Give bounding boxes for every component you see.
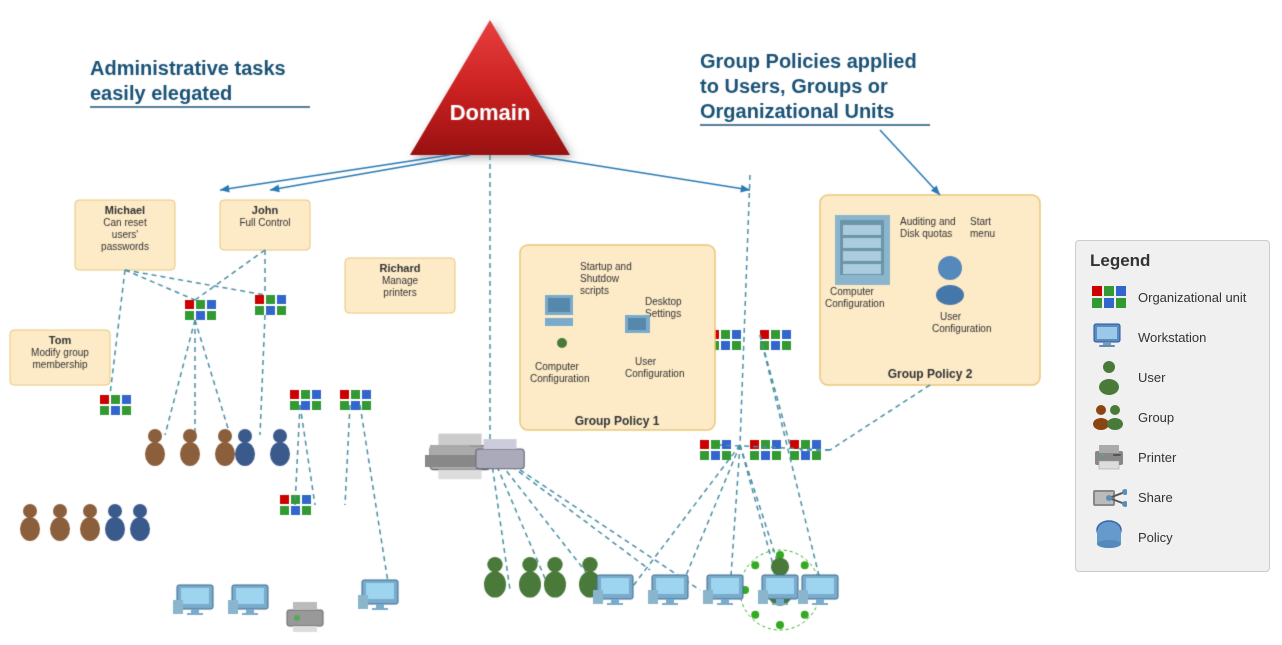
legend-item-user: User xyxy=(1090,361,1255,393)
ou-icon xyxy=(1090,281,1128,313)
legend-item-printer: Printer xyxy=(1090,441,1255,473)
legend-item-share: Share xyxy=(1090,481,1255,513)
workstation-icon xyxy=(1090,321,1128,353)
legend-item-ou: Organizational unit xyxy=(1090,281,1255,313)
user-icon xyxy=(1090,361,1128,393)
group-icon xyxy=(1090,401,1128,433)
share-icon xyxy=(1090,481,1128,513)
legend-item-workstation: Workstation xyxy=(1090,321,1255,353)
legend-item-policy: Policy xyxy=(1090,521,1255,553)
legend-panel: Legend Organizational unit Workstation xyxy=(1075,240,1270,572)
legend-title: Legend xyxy=(1090,251,1255,271)
legend-item-group: Group xyxy=(1090,401,1255,433)
policy-icon xyxy=(1090,521,1128,553)
printer-icon xyxy=(1090,441,1128,473)
